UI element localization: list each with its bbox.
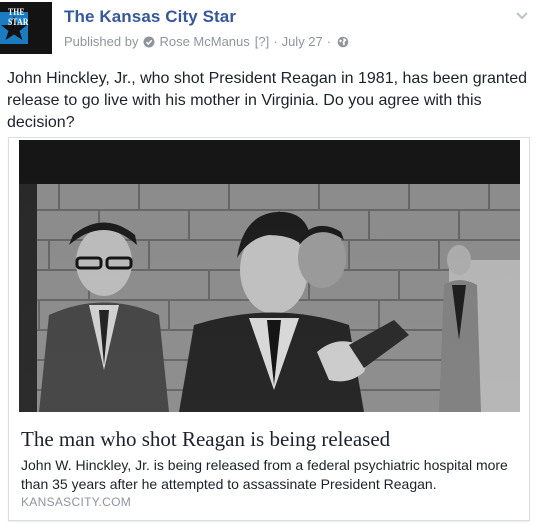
author-badge-icon — [143, 36, 155, 48]
help-link[interactable]: [?] — [255, 34, 269, 49]
post-date-link[interactable]: July 27 — [282, 34, 323, 49]
post-header: THE STAR The Kansas City Star Published … — [0, 0, 542, 62]
separator: · — [326, 34, 332, 49]
article-domain: KANSASCITY.COM — [21, 495, 132, 509]
published-by-label: Published by — [64, 34, 139, 49]
post-message: John Hinckley, Jr., who shot President R… — [7, 70, 528, 131]
chevron-down-icon[interactable] — [514, 9, 530, 21]
facebook-post: THE STAR The Kansas City Star Published … — [0, 0, 542, 532]
separator: · — [273, 34, 278, 49]
article-description: John W. Hinckley, Jr. is being released … — [21, 457, 508, 492]
article-title[interactable]: The man who shot Reagan is being release… — [21, 427, 390, 452]
link-preview-card[interactable]: The man who shot Reagan is being release… — [8, 137, 530, 521]
globe-icon[interactable] — [337, 36, 349, 48]
page-avatar[interactable]: THE STAR — [0, 2, 52, 54]
article-photo[interactable] — [19, 140, 520, 412]
post-meta: Published by Rose McManus [?] · July 27 … — [64, 34, 349, 49]
author-link[interactable]: Rose McManus — [159, 34, 249, 49]
logo-wordmark: THE STAR — [8, 7, 29, 27]
page-name-link[interactable]: The Kansas City Star — [64, 7, 236, 27]
